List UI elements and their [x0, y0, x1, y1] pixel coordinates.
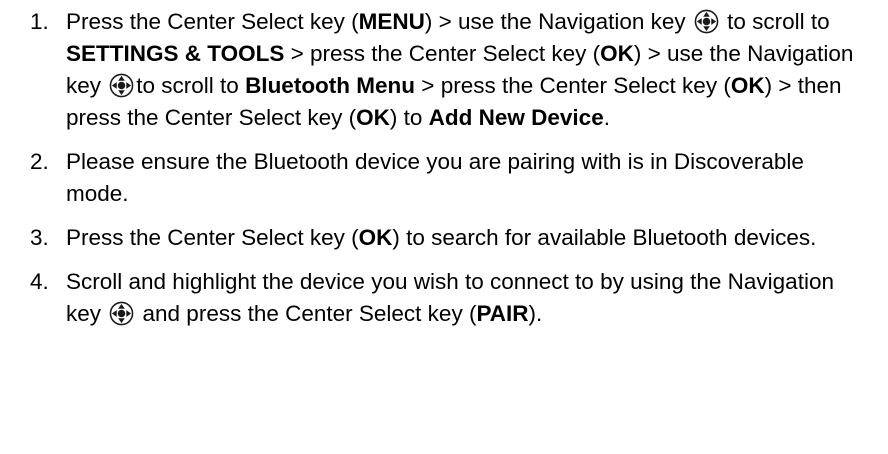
- instructions-page: 1. Press the Center Select key (MENU) > u…: [0, 0, 888, 454]
- text-run: .: [603, 105, 610, 130]
- bold-term: OK: [730, 73, 765, 98]
- bold-term: Bluetooth Menu: [245, 73, 416, 98]
- step-number: 4.: [30, 269, 49, 294]
- text-run: to scroll to: [720, 9, 830, 34]
- bold-term: OK: [358, 225, 393, 250]
- text-run: and press the Center Select key (: [136, 301, 477, 326]
- step-item: 1. Press the Center Select key (MENU) > u…: [30, 6, 858, 134]
- text-run: Please ensure the Bluetooth device you a…: [66, 149, 804, 206]
- bold-term: Add New Device: [428, 105, 604, 130]
- steps-list: 1. Press the Center Select key (MENU) > u…: [30, 6, 858, 330]
- step-text: Scroll and highlight the device you wish…: [66, 266, 856, 330]
- text-run: Press the Center Select key (: [66, 225, 359, 250]
- text-run: ).: [528, 301, 543, 326]
- step-text: Please ensure the Bluetooth device you a…: [66, 146, 856, 210]
- bold-term: SETTINGS & TOOLS: [66, 41, 285, 66]
- step-item: 2. Please ensure the Bluetooth device you…: [30, 146, 858, 210]
- step-item: 3. Press the Center Select key (OK) to se…: [30, 222, 858, 254]
- navigation-key-icon: [109, 301, 134, 326]
- step-text: Press the Center Select key (MENU) > use…: [66, 6, 856, 134]
- text-run: Press the Center Select key (: [66, 9, 359, 34]
- bold-term: MENU: [358, 9, 425, 34]
- step-number: 3.: [30, 225, 49, 250]
- text-run: ) to: [389, 105, 429, 130]
- text-run: ) > use the Navigation key: [424, 9, 692, 34]
- text-run: > press the Center Select key (: [284, 41, 601, 66]
- navigation-key-icon: [694, 9, 719, 34]
- text-run: to scroll to: [136, 73, 246, 98]
- navigation-key-icon: [109, 73, 134, 98]
- step-text: Press the Center Select key (OK) to sear…: [66, 222, 856, 254]
- text-run: > press the Center Select key (: [415, 73, 731, 98]
- bold-term: OK: [356, 105, 390, 130]
- text-run: ) to search for available Bluetooth devi…: [392, 225, 817, 250]
- bold-term: OK: [600, 41, 634, 66]
- bold-term: PAIR: [476, 301, 529, 326]
- step-number: 1.: [30, 9, 49, 34]
- step-item: 4. Scroll and highlight the device you wi…: [30, 266, 858, 330]
- step-number: 2.: [30, 149, 49, 174]
